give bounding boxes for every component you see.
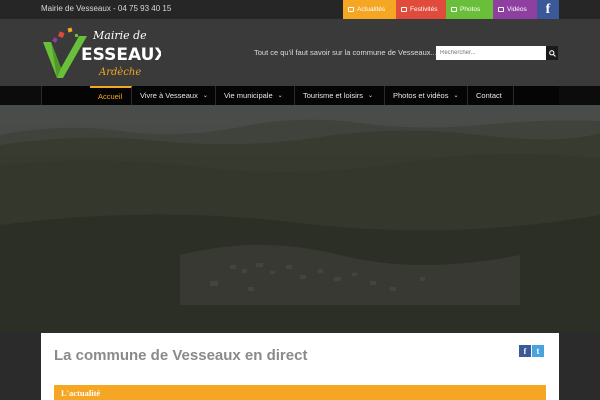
quick-link-actualites[interactable]: Actualités (343, 0, 396, 19)
nav-item-label: Vie municipale (224, 91, 273, 100)
image-icon (451, 7, 457, 12)
chevron-down-icon: ⌄ (202, 93, 208, 99)
site-tagline: Tout ce qu'il faut savoir sur la commune… (254, 48, 437, 57)
nav-item-vivre-a-vesseaux[interactable]: Vivre à Vesseaux ⌄ (132, 86, 216, 105)
quick-link-label: Actualités (357, 6, 386, 13)
chevron-down-icon: ⌄ (368, 93, 374, 99)
search-form (436, 46, 558, 60)
nav-bar: Accueil Vivre à Vesseaux ⌄ Vie municipal… (41, 86, 559, 105)
nav-item-tourisme-et-loisirs[interactable]: Tourisme et loisirs ⌄ (295, 86, 385, 105)
share-facebook-icon[interactable]: f (519, 345, 531, 357)
search-icon (548, 49, 556, 57)
logo-line3: Ardèche (98, 67, 141, 78)
logo-graphic: Mairie de ESSEAUX Ardèche (43, 27, 168, 78)
quick-link-label: Photos (460, 6, 481, 13)
hero-banner (0, 105, 600, 333)
chevron-down-icon: ⌄ (277, 93, 283, 99)
nav-item-photos-et-videos[interactable]: Photos et vidéos ⌄ (385, 86, 468, 105)
share-twitter-icon[interactable]: t (532, 345, 544, 357)
nav-item-label: Accueil (98, 92, 123, 101)
page-title: La commune de Vesseaux en direct (54, 347, 308, 364)
site-header: Mairie de ESSEAUX Ardèche Tout ce qu'il … (0, 19, 600, 86)
main-nav: Accueil Vivre à Vesseaux ⌄ Vie municipal… (0, 86, 600, 105)
nav-item-label: Photos et vidéos (393, 91, 449, 100)
nav-item-accueil[interactable]: Accueil (90, 86, 132, 105)
video-icon (498, 7, 504, 12)
calendar-icon (401, 7, 407, 12)
contact-info: Mairie de Vesseaux - 04 75 93 40 15 (41, 4, 172, 13)
top-bar: Mairie de Vesseaux - 04 75 93 40 15 Actu… (0, 0, 600, 19)
logo-line2: ESSEAUX (81, 45, 161, 65)
quick-links: Actualités Festivités Photos Vidéos (343, 0, 537, 19)
hero-landscape-image (0, 105, 600, 333)
quick-link-videos[interactable]: Vidéos (493, 0, 537, 19)
main-content: La commune de Vesseaux en direct f t L'a… (41, 333, 559, 400)
site-logo[interactable]: Mairie de ESSEAUX Ardèche (41, 22, 168, 82)
facebook-icon[interactable]: f (537, 0, 559, 19)
search-input[interactable] (436, 46, 546, 60)
section-header: L'actualité (54, 385, 546, 400)
nav-item-label: Contact (476, 91, 502, 100)
quick-link-label: Vidéos (507, 6, 527, 13)
news-icon (348, 7, 354, 12)
nav-item-label: Tourisme et loisirs (303, 91, 364, 100)
nav-item-label: Vivre à Vesseaux (140, 91, 198, 100)
chevron-down-icon: ⌄ (453, 93, 459, 99)
nav-item-vie-municipale[interactable]: Vie municipale ⌄ (216, 86, 295, 105)
nav-item-contact[interactable]: Contact (468, 86, 514, 105)
quick-link-label: Festivités (410, 6, 438, 13)
quick-link-photos[interactable]: Photos (446, 0, 493, 19)
logo-line1: Mairie de (92, 29, 147, 42)
section-title: L'actualité (61, 388, 101, 398)
search-button[interactable] (546, 46, 558, 60)
quick-link-festivites[interactable]: Festivités (396, 0, 446, 19)
